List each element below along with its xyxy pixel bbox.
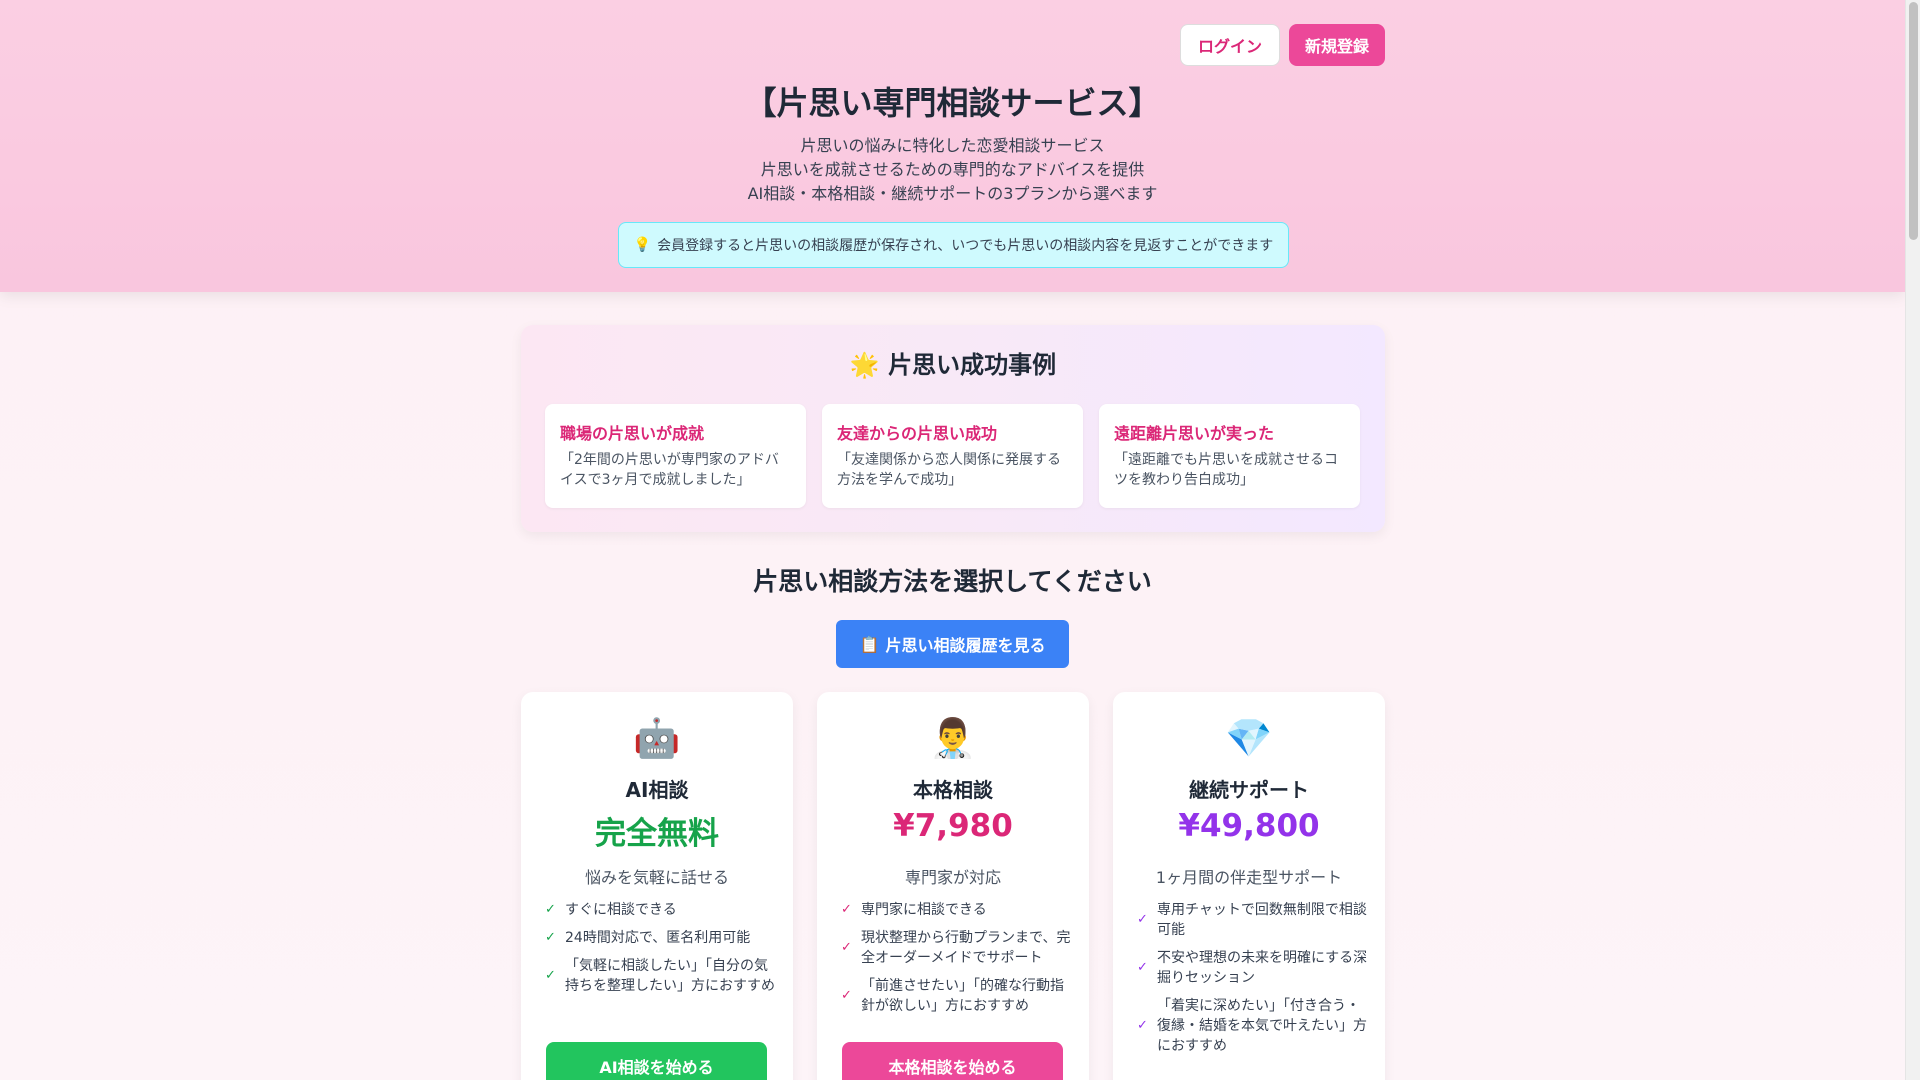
story-quote: 「友達関係から恋人関係に発展する方法を学んで成功」 <box>837 452 1061 488</box>
plan-name: AI相談 <box>625 778 689 802</box>
feature-text: 不安や理想の未来を明確にする深掘りセッション <box>1157 950 1368 986</box>
plan-features: ✓ 専門家に相談できる ✓ 現状整理から行動プランまで、完全オーダーメイドでサポート… <box>841 900 1073 1024</box>
doctor-icon: 👨‍⚕️ <box>929 716 977 760</box>
plan-features: ✓ すぐに相談できる ✓ 24時間対応で、匿名利用可能 ✓ 「気軽に相談したい」「自分… <box>545 900 777 1004</box>
lightbulb-icon: 💡 <box>633 237 652 253</box>
plan-price: 完全無料 <box>595 816 719 852</box>
story-quote: 「2年間の片思いが専門家のアドバイスで3ヶ月で成就しました」 <box>560 452 779 488</box>
history-button-label: 片思い相談履歴を見る <box>885 636 1046 655</box>
feature-text: すぐに相談できる <box>565 902 677 918</box>
story-card: 遠距離片思いが実った 「遠距離でも片思いを成就させるコツを教わり告白成功」 <box>1099 404 1360 508</box>
robot-icon: 🤖 <box>633 716 681 760</box>
scrollbar-thumb[interactable] <box>1909 2 1918 240</box>
story-card: 職場の片思いが成就 「2年間の片思いが専門家のアドバイスで3ヶ月で成就しました」 <box>545 404 806 508</box>
check-icon: ✓ <box>1137 1018 1148 1033</box>
hero-desc-line: AI相談・本格相談・継続サポートの3プランから選べます <box>747 184 1158 203</box>
story-card: 友達からの片思い成功 「友達関係から恋人関係に発展する方法を学んで成功」 <box>822 404 1083 508</box>
hero-desc-line: 片思いの悩みに特化した恋愛相談サービス <box>800 136 1105 155</box>
page-title: 【片思い専門相談サービス】 <box>744 84 1161 122</box>
feature-item: ✓ すぐに相談できる <box>545 900 777 920</box>
feature-item: ✓ 「気軽に相談したい」「自分の気持ちを整理したい」方におすすめ <box>545 956 777 996</box>
member-note-text: 会員登録すると片思いの相談履歴が保存され、いつでも片思いの相談内容を見返すことが… <box>657 238 1274 254</box>
story-title: 遠距離片思いが実った <box>1114 424 1275 443</box>
feature-text: 専用チャットで回数無制限で相談可能 <box>1157 902 1367 938</box>
feature-item: ✓ 「前進させたい」「的確な行動指針が欲しい」方におすすめ <box>841 976 1073 1016</box>
plan-card-pro: 👨‍⚕️ 本格相談 ¥7,980 専門家が対応 ✓ 専門家に相談できる ✓ 現状整理… <box>817 692 1089 1080</box>
check-icon: ✓ <box>1137 960 1148 975</box>
story-title: 職場の片思いが成就 <box>560 424 705 443</box>
feature-text: 「気軽に相談したい」「自分の気持ちを整理したい」方におすすめ <box>565 958 775 994</box>
story-quote: 「遠距離でも片思いを成就させるコツを教わり告白成功」 <box>1114 452 1338 488</box>
stories-title: 🌟 片思い成功事例 <box>521 345 1385 380</box>
feature-text: 24時間対応で、匿名利用可能 <box>565 930 751 946</box>
feature-item: ✓ 現状整理から行動プランまで、完全オーダーメイドでサポート <box>841 928 1073 968</box>
history-button[interactable]: 📋 片思い相談履歴を見る <box>836 620 1069 668</box>
start-ai-button[interactable]: AI相談を始める <box>546 1042 767 1080</box>
check-icon: ✓ <box>1137 912 1148 927</box>
feature-text: 「着実に深めたい」「付き合う・復縁・結婚を本気で叶えたい」方におすすめ <box>1157 998 1367 1054</box>
member-note: 💡 会員登録すると片思いの相談履歴が保存され、いつでも片思いの相談内容を見返すこ… <box>618 222 1289 268</box>
feature-text: 「前進させたい」「的確な行動指針が欲しい」方におすすめ <box>861 978 1064 1014</box>
hero-desc-line: 片思いを成就させるための専門的なアドバイスを提供 <box>760 160 1145 179</box>
check-icon: ✓ <box>841 940 852 955</box>
check-icon: ✓ <box>545 902 556 917</box>
plan-name: 継続サポート <box>1189 778 1309 802</box>
gem-icon: 💎 <box>1225 716 1273 760</box>
start-pro-button[interactable]: 本格相談を始める <box>842 1042 1063 1080</box>
feature-item: ✓ 専用チャットで回数無制限で相談可能 <box>1137 900 1369 940</box>
feature-item: ✓ 「着実に深めたい」「付き合う・復縁・結婚を本気で叶えたい」方におすすめ <box>1137 996 1369 1056</box>
signup-button[interactable]: 新規登録 <box>1289 24 1385 66</box>
feature-item: ✓ 不安や理想の未来を明確にする深掘りセッション <box>1137 948 1369 988</box>
method-title: 片思い相談方法を選択してください <box>753 567 1152 596</box>
story-title: 友達からの片思い成功 <box>837 424 998 443</box>
plan-price: ¥49,800 <box>1178 808 1320 844</box>
plan-subtitle: 専門家が対応 <box>904 868 1001 887</box>
plan-card-ai: 🤖 AI相談 完全無料 悩みを気軽に話せる ✓ すぐに相談できる ✓ 24時間対応で… <box>521 692 793 1080</box>
plan-subtitle: 悩みを気軽に話せる <box>584 868 729 887</box>
stories-title-text: 片思い成功事例 <box>888 351 1057 379</box>
success-stories: 🌟 片思い成功事例 職場の片思いが成就 「2年間の片思いが専門家のアドバイスで3… <box>521 325 1385 532</box>
page-scrollbar[interactable] <box>1905 0 1920 1080</box>
login-button[interactable]: ログイン <box>1180 24 1280 66</box>
auth-buttons: ログイン 新規登録 <box>1180 24 1385 66</box>
plan-price: ¥7,980 <box>893 808 1013 844</box>
check-icon: ✓ <box>545 968 556 983</box>
clipboard-icon: 📋 <box>859 634 880 654</box>
feature-text: 専門家に相談できる <box>861 902 987 918</box>
check-icon: ✓ <box>841 988 852 1003</box>
hero-description: 片思いの悩みに特化した恋愛相談サービス 片思いを成就させるための専門的なアドバイ… <box>0 134 1905 206</box>
feature-item: ✓ 専門家に相談できる <box>841 900 1073 920</box>
hero-header: ログイン 新規登録 【片思い専門相談サービス】 片思いの悩みに特化した恋愛相談サ… <box>0 0 1905 292</box>
plan-name: 本格相談 <box>913 778 993 802</box>
feature-text: 現状整理から行動プランまで、完全オーダーメイドでサポート <box>861 930 1071 966</box>
plan-subtitle: 1ヶ月間の伴走型サポート <box>1155 868 1343 887</box>
star-icon: 🌟 <box>849 351 880 379</box>
check-icon: ✓ <box>545 930 556 945</box>
feature-item: ✓ 24時間対応で、匿名利用可能 <box>545 928 777 948</box>
check-icon: ✓ <box>841 902 852 917</box>
plan-features: ✓ 専用チャットで回数無制限で相談可能 ✓ 不安や理想の未来を明確にする深掘りセッシ… <box>1137 900 1369 1064</box>
plan-card-support: 💎 継続サポート ¥49,800 1ヶ月間の伴走型サポート ✓ 専用チャットで回数… <box>1113 692 1385 1080</box>
